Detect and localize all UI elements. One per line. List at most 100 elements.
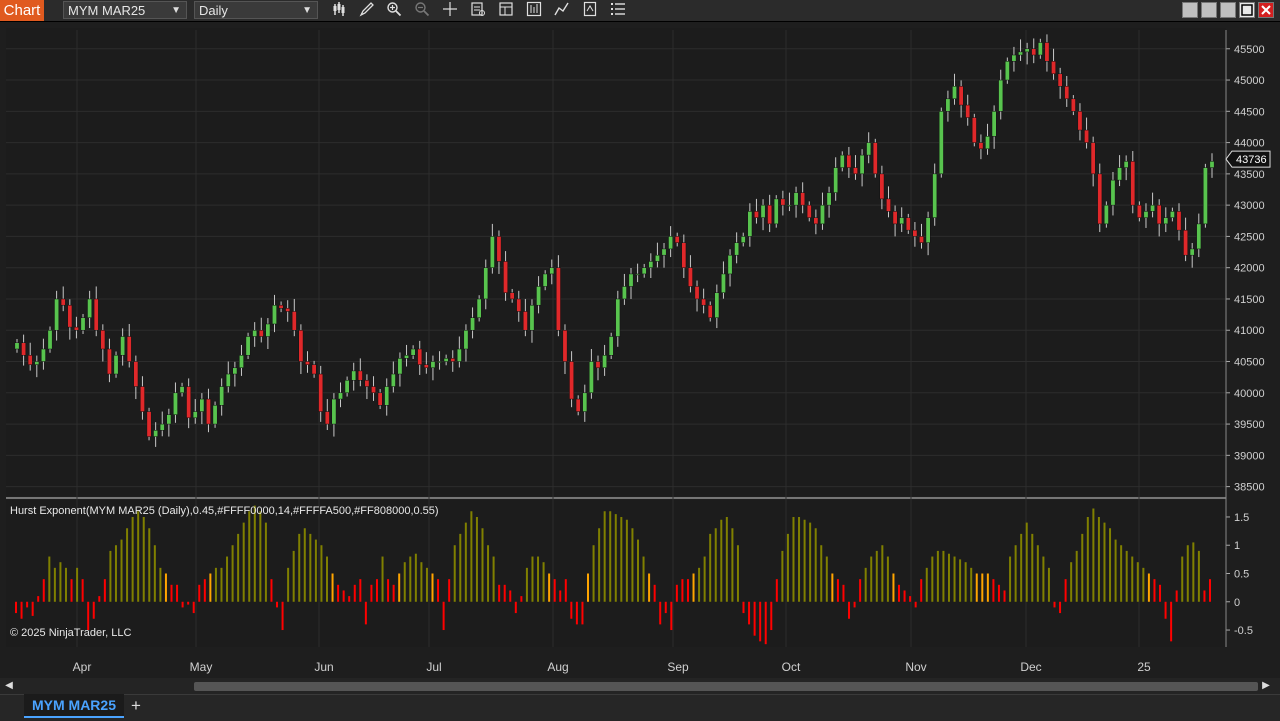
y-tick-label: 45500	[1234, 44, 1265, 56]
candle-down	[846, 154, 852, 168]
candle-down	[522, 311, 528, 331]
candle-up	[1196, 223, 1202, 250]
candle-up	[331, 398, 337, 425]
candle-down	[1130, 161, 1136, 206]
scroll-thumb[interactable]	[194, 682, 1258, 691]
y-tick-label: 45000	[1234, 75, 1265, 87]
candle-up	[773, 198, 779, 225]
candle-up	[542, 273, 548, 287]
candle-up	[338, 392, 343, 400]
candle-up	[661, 248, 667, 256]
candle-up	[225, 373, 231, 387]
candle-down	[853, 167, 858, 175]
candle-down	[93, 298, 99, 331]
candle-up	[1123, 161, 1129, 168]
price-chart[interactable]: Apr May Jun Jul Aug Sep Oct Nov Dec 25 38500 39000 3…	[0, 0, 1280, 678]
candle-up	[952, 86, 957, 100]
candle-down	[1136, 204, 1142, 218]
y-tick-label: 44000	[1234, 138, 1265, 150]
candle-down	[278, 304, 284, 309]
candle-up	[404, 355, 409, 359]
candle-up	[384, 386, 390, 406]
candle-down	[754, 211, 759, 218]
indicator-label: Hurst Exponent(MYM MAR25 (Daily),0.45,#F…	[10, 505, 439, 517]
candle-down	[1084, 129, 1089, 143]
y-tick-label: 38500	[1234, 482, 1265, 494]
candle-up	[1011, 54, 1017, 62]
candle-up	[212, 405, 218, 425]
candle-up	[34, 361, 40, 365]
candle-down	[74, 326, 79, 331]
last-price-label: 43736	[1236, 154, 1267, 166]
candle-up	[985, 136, 990, 150]
candle-down	[417, 348, 423, 365]
candle-up	[1110, 179, 1116, 206]
candle-down	[100, 329, 106, 350]
candle-up	[239, 355, 244, 369]
candle-down	[27, 355, 33, 365]
candle-down	[509, 292, 515, 300]
candle-down	[371, 386, 376, 394]
candle-down	[555, 267, 561, 331]
add-tab-button[interactable]: +	[128, 696, 144, 716]
candle-down	[912, 229, 918, 237]
x-tick-label: Jul	[426, 660, 441, 674]
candle-down	[1097, 173, 1103, 225]
candle-up	[820, 204, 825, 225]
candle-up	[1143, 211, 1149, 218]
scroll-left-icon[interactable]: ◀	[3, 679, 15, 693]
candle-up	[721, 273, 726, 293]
candle-down	[516, 298, 522, 312]
x-tick-label: Jun	[314, 660, 333, 674]
candle-up	[272, 304, 277, 325]
candle-up	[219, 386, 225, 406]
candle-up	[1024, 48, 1030, 53]
candle-up	[1203, 167, 1208, 225]
candle-up	[945, 98, 951, 112]
candle-up	[437, 361, 442, 363]
candle-up	[615, 298, 621, 337]
candle-up	[998, 79, 1004, 112]
candle-up	[14, 342, 20, 350]
candle-up	[582, 392, 588, 412]
candle-down	[800, 192, 806, 206]
candle-up	[740, 236, 746, 243]
candle-down	[688, 267, 693, 287]
y-tick-label: 42500	[1234, 231, 1265, 243]
x-tick-label: Aug	[547, 660, 568, 674]
candle-up	[344, 380, 350, 394]
candle-down	[67, 304, 73, 328]
candle-up	[192, 411, 198, 419]
candle-up	[87, 298, 93, 318]
candle-up	[1169, 211, 1175, 218]
candle-down	[892, 211, 898, 225]
candle-up	[351, 370, 357, 381]
candle-up	[1163, 217, 1169, 225]
candle-up	[826, 192, 832, 206]
candle-down	[872, 142, 878, 175]
candle-up	[1103, 204, 1109, 225]
candle-down	[305, 361, 310, 365]
candle-down	[285, 308, 291, 312]
candle-up	[179, 386, 185, 394]
candle-down	[324, 411, 330, 425]
candle-up	[655, 254, 660, 262]
hurst-y-tick-label: 0	[1234, 597, 1240, 609]
y-tick-label: 43000	[1234, 200, 1265, 212]
candle-down	[780, 198, 786, 206]
candle-up	[476, 298, 482, 318]
candle-down	[674, 236, 680, 243]
candle-down	[681, 242, 687, 268]
scroll-right-icon[interactable]: ▶	[1260, 679, 1272, 693]
x-tick-label: Sep	[667, 660, 689, 674]
candle-down	[133, 361, 139, 387]
candle-up	[734, 242, 740, 256]
candle-down	[1156, 204, 1162, 225]
y-tick-label: 40000	[1234, 388, 1265, 400]
x-tick-label: Dec	[1020, 660, 1041, 674]
candle-down	[107, 348, 112, 375]
tab-mym-mar25[interactable]: MYM MAR25	[24, 694, 124, 718]
candle-up	[166, 414, 172, 425]
candle-up	[1018, 51, 1023, 56]
candle-up	[430, 361, 436, 369]
